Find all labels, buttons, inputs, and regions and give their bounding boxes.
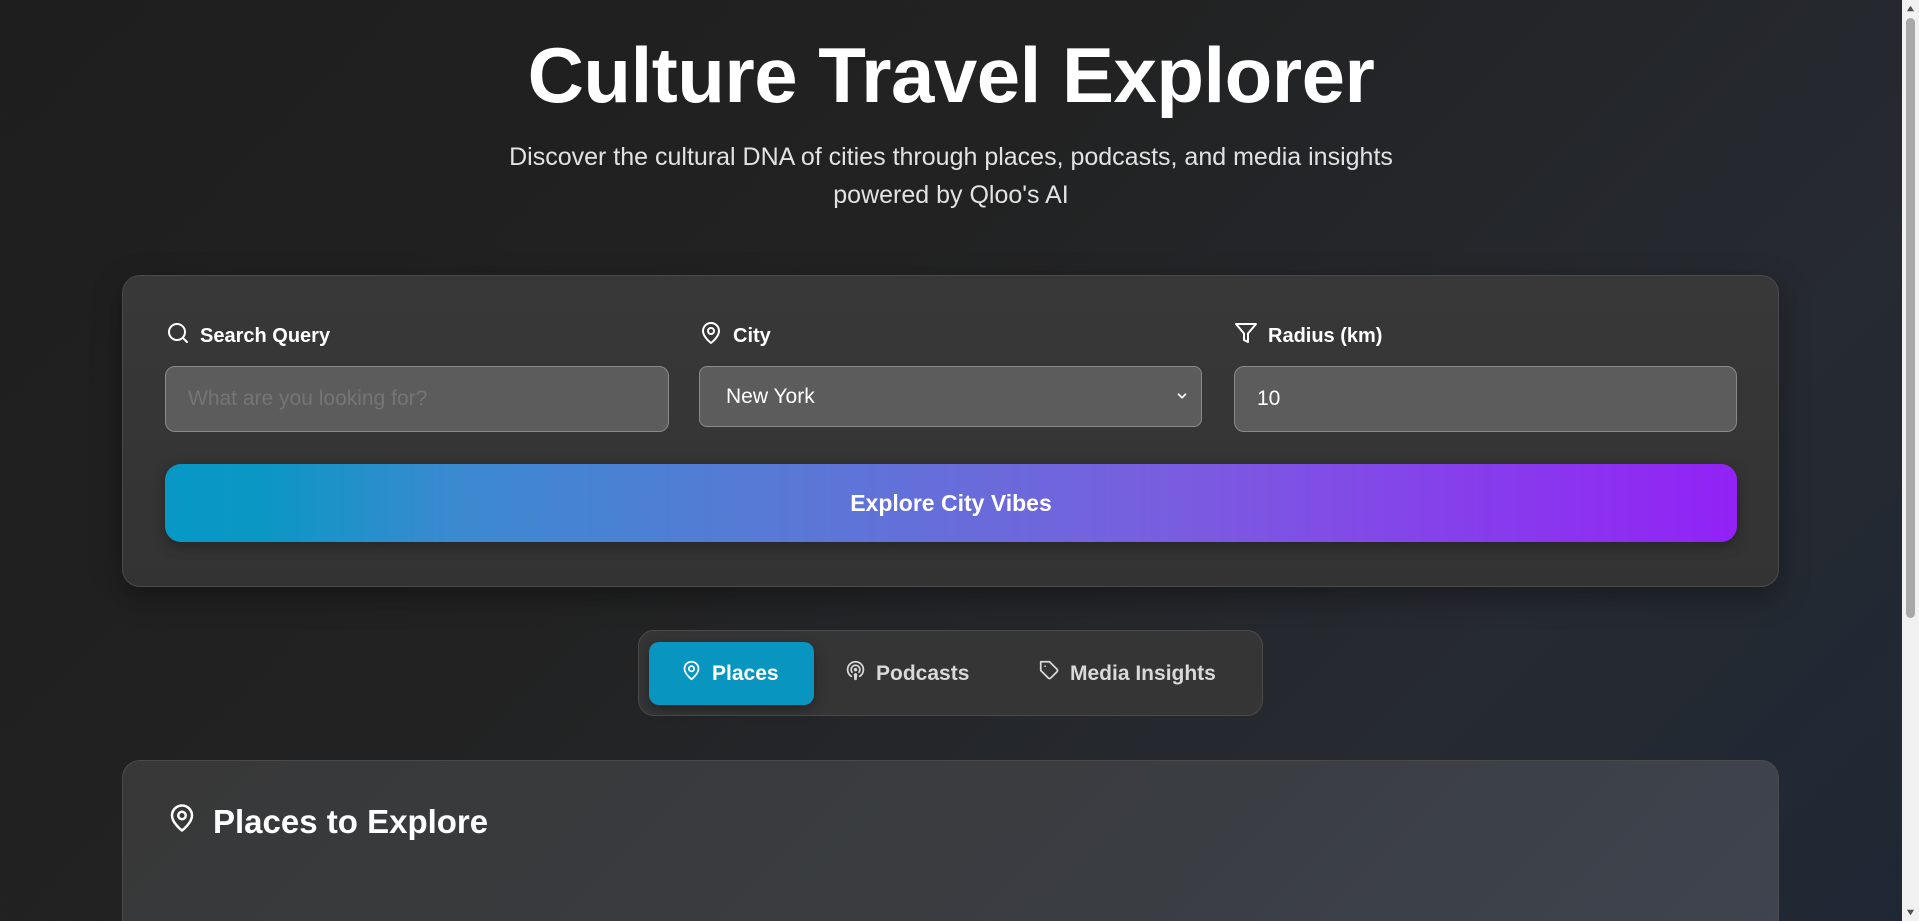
radius-input-value: 10 — [1257, 387, 1281, 410]
radius-input[interactable]: 10 — [1234, 366, 1737, 432]
radius-label: Radius (km) — [1234, 322, 1382, 350]
city-label-text: City — [733, 324, 771, 347]
map-pin-icon — [167, 803, 197, 841]
search-icon — [166, 321, 190, 351]
subtitle-line-2: powered by Qloo's AI — [833, 181, 1069, 209]
page-scrollbar[interactable] — [1902, 0, 1919, 921]
search-input[interactable] — [165, 366, 669, 432]
search-query-label: Search Query — [166, 322, 330, 350]
city-label: City — [699, 322, 771, 350]
search-query-label-text: Search Query — [200, 324, 331, 347]
page-subtitle: Discover the cultural DNA of cities thro… — [451, 138, 1451, 214]
tab-podcasts[interactable]: Podcasts — [845, 642, 1005, 705]
page: Culture Travel Explorer Discover the cul… — [0, 0, 1902, 921]
tab-media-insights[interactable]: Media Insights — [1039, 642, 1249, 705]
tag-icon — [1039, 660, 1060, 687]
map-pin-icon — [699, 321, 723, 351]
scrollbar-thumb[interactable] — [1906, 18, 1915, 618]
scroll-down-arrow-icon[interactable] — [1902, 904, 1919, 921]
tab-places[interactable]: Places — [649, 642, 814, 705]
city-select-value: New York — [726, 384, 815, 408]
radius-label-text: Radius (km) — [1268, 324, 1383, 347]
subtitle-line-1: Discover the cultural DNA of cities thro… — [509, 143, 1393, 171]
chevron-down-icon — [1175, 385, 1189, 409]
places-heading: Places to Explore — [167, 803, 488, 841]
filter-icon — [1234, 321, 1258, 351]
result-tabs: Places Podcasts Media Insights — [638, 630, 1263, 716]
tab-places-label: Places — [712, 661, 779, 685]
podcast-icon — [845, 660, 866, 687]
page-title: Culture Travel Explorer — [527, 31, 1375, 119]
tab-media-insights-label: Media Insights — [1070, 661, 1216, 685]
tab-podcasts-label: Podcasts — [876, 661, 970, 685]
places-heading-text: Places to Explore — [213, 803, 489, 840]
city-select[interactable]: New York — [699, 366, 1202, 427]
scroll-up-arrow-icon[interactable] — [1902, 0, 1919, 17]
explore-city-vibes-button[interactable]: Explore City Vibes — [165, 464, 1737, 542]
search-panel: Search Query City New York Radius (km) 1… — [122, 275, 1779, 587]
map-pin-icon — [681, 660, 702, 687]
places-panel: Places to Explore — [122, 760, 1779, 921]
